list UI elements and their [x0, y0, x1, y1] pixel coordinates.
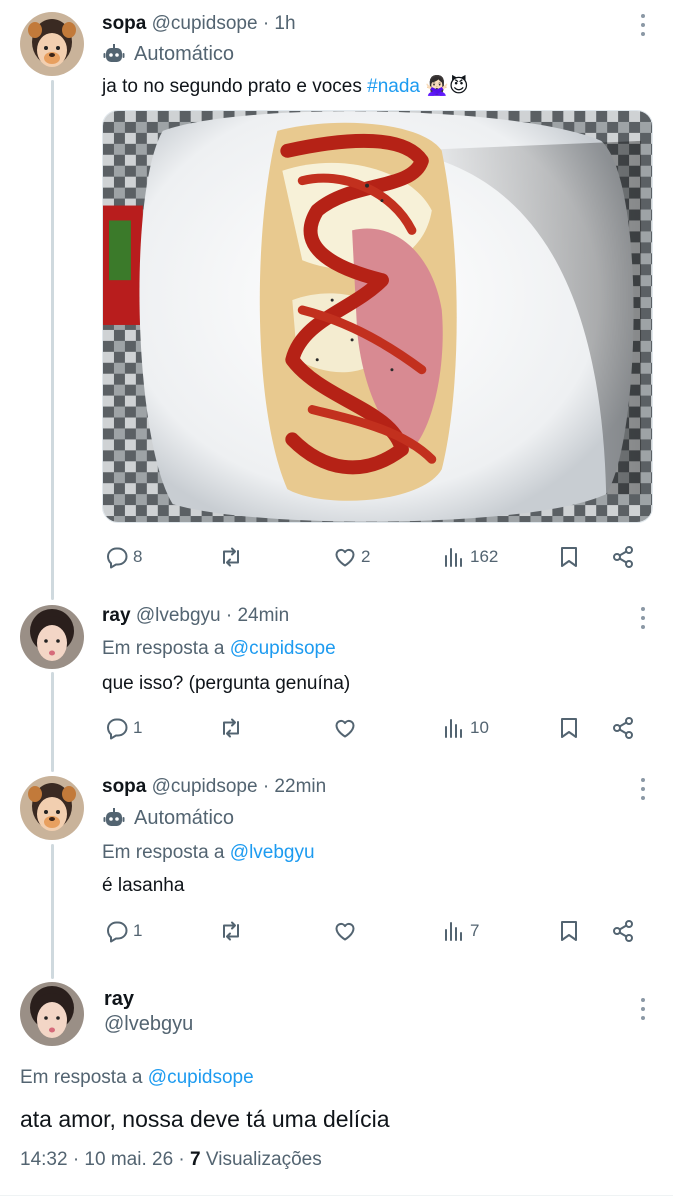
views-count: 7 [470, 921, 480, 940]
tweet-image[interactable] [102, 110, 653, 523]
share-icon [613, 920, 633, 942]
reply-count: 1 [133, 921, 143, 940]
tweet-actions: 1 7 [102, 916, 642, 946]
reply-icon [107, 547, 128, 569]
views-label: Visualizações [200, 1149, 322, 1170]
more-options-icon[interactable] [639, 607, 647, 629]
views-count: 162 [470, 547, 499, 566]
tweet-header: sopa @cupidsope · 1h [102, 12, 296, 36]
like-count: 2 [361, 547, 371, 566]
share-button[interactable] [611, 713, 635, 743]
tweet-text: ja to no segundo prato e voces #nada 🙅🏻‍… [102, 74, 469, 100]
reply-context: Em resposta a @cupidsope [102, 637, 336, 661]
retweet-button[interactable] [219, 916, 247, 946]
like-button[interactable] [333, 713, 361, 743]
user-handle[interactable]: @lvebgyu [104, 1013, 193, 1036]
views-button[interactable]: 10 [442, 713, 489, 743]
automated-text: Automático [134, 807, 235, 829]
reply-count: 8 [133, 547, 143, 566]
bookmark-icon [561, 547, 577, 567]
display-name[interactable]: ray [104, 988, 134, 1011]
thread-line [51, 80, 54, 600]
bookmark-button[interactable] [557, 542, 581, 572]
reply-button[interactable]: 8 [105, 542, 142, 572]
bookmark-icon [561, 921, 577, 941]
thread-line [51, 672, 54, 772]
divider [0, 1195, 673, 1196]
tweet-meta: 14:32 · 10 mai. 26 · 7 Visualizações [20, 1147, 322, 1173]
views-icon [445, 922, 462, 941]
tweet-header: sopa @cupidsope · 22min [102, 775, 326, 799]
automated-text: Automático [134, 43, 235, 65]
tweet-text: que isso? (pergunta genuína) [102, 673, 351, 694]
user-handle[interactable]: @cupidsope · 22min [152, 776, 327, 797]
views-icon [445, 548, 462, 567]
tweet-text: é lasanha [102, 875, 185, 896]
reply-to-link[interactable]: @cupidsope [148, 1067, 254, 1088]
automated-label: Automático [102, 42, 234, 66]
user-handle[interactable]: @lvebgyu · 24min [136, 605, 289, 626]
display-name[interactable]: sopa [102, 776, 146, 797]
heart-icon [335, 548, 355, 567]
display-name[interactable]: ray [102, 605, 131, 626]
emoji: 🙅🏻‍♀️😈 [425, 76, 469, 97]
more-options-icon[interactable] [639, 998, 647, 1020]
robot-icon [103, 44, 125, 62]
more-options-icon[interactable] [639, 14, 647, 36]
reply-context: Em resposta a @lvebgyu [102, 841, 315, 865]
like-button[interactable]: 2 [333, 542, 370, 572]
avatar[interactable] [20, 12, 84, 76]
retweet-icon [223, 547, 239, 567]
views-count: 10 [470, 718, 489, 737]
reply-to-link[interactable]: @lvebgyu [230, 842, 315, 863]
thread-line [51, 844, 54, 979]
like-button[interactable] [333, 916, 361, 946]
reply-icon [107, 718, 128, 740]
reply-prefix: Em resposta a [20, 1067, 148, 1088]
display-name[interactable]: sopa [102, 13, 146, 34]
avatar[interactable] [20, 776, 84, 840]
tweet-actions: 8 2 162 [102, 542, 642, 572]
views-button[interactable]: 7 [442, 916, 479, 946]
tweet-actions: 1 10 [102, 713, 642, 743]
automated-label: Automático [102, 806, 234, 830]
reply-button[interactable]: 1 [105, 713, 142, 743]
bookmark-button[interactable] [557, 916, 581, 946]
avatar[interactable] [20, 605, 84, 669]
retweet-icon [223, 921, 239, 941]
retweet-button[interactable] [219, 542, 247, 572]
share-icon [613, 546, 633, 568]
robot-icon [103, 808, 125, 826]
more-options-icon[interactable] [639, 778, 647, 800]
timestamp[interactable]: 14:32 · 10 mai. 26 · [20, 1149, 190, 1170]
reply-prefix: Em resposta a [102, 638, 230, 659]
reply-button[interactable]: 1 [105, 916, 142, 946]
share-button[interactable] [611, 542, 635, 572]
tweet-text-body: ja to no segundo prato e voces [102, 76, 368, 97]
views-count: 7 [190, 1149, 201, 1170]
retweet-button[interactable] [219, 713, 247, 743]
heart-icon [335, 922, 355, 941]
tweet-header: ray @lvebgyu · 24min [102, 604, 289, 628]
share-button[interactable] [611, 916, 635, 946]
avatar[interactable] [20, 982, 84, 1046]
reply-icon [107, 921, 128, 943]
reply-context: Em resposta a @cupidsope [20, 1066, 254, 1090]
views-button[interactable]: 162 [442, 542, 498, 572]
hashtag-link[interactable]: #nada [367, 76, 420, 97]
bookmark-button[interactable] [557, 713, 581, 743]
views-icon [445, 719, 462, 738]
reply-prefix: Em resposta a [102, 842, 230, 863]
share-icon [613, 717, 633, 739]
reply-count: 1 [133, 718, 143, 737]
reply-to-link[interactable]: @cupidsope [230, 638, 336, 659]
user-handle[interactable]: @cupidsope · 1h [152, 13, 296, 34]
heart-icon [335, 719, 355, 738]
tweet-text: ata amor, nossa deve tá uma delícia [20, 1106, 390, 1132]
bookmark-icon [561, 718, 577, 738]
retweet-icon [223, 718, 239, 738]
